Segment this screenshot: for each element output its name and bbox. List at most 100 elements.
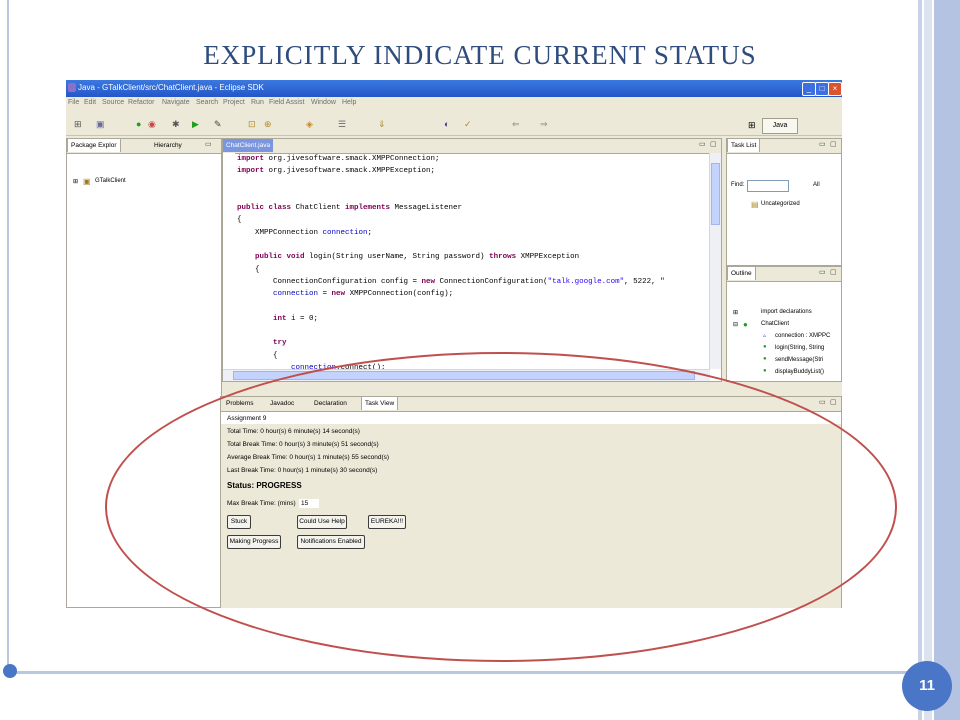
menu-file[interactable]: File [68,99,79,106]
code-line[interactable]: XMPPConnection connection; [237,227,709,239]
code-line[interactable]: public void login(String userName, Strin… [237,251,709,263]
code-token: import [237,155,265,163]
annotation-icon[interactable]: ⇓ [378,119,386,129]
editor-vertical-scrollbar[interactable] [709,153,721,369]
outline-item[interactable]: displayBuddyList() [775,369,824,375]
category-uncategorized[interactable]: Uncategorized [761,201,800,207]
code-token: implements [345,204,391,213]
expand-icon[interactable]: ⊞ [733,309,738,316]
minimize-view-icon[interactable]: ▭ [819,398,826,406]
code-line[interactable]: ConnectionConfiguration config = new Con… [237,276,709,288]
menu-window[interactable]: Window [311,99,336,106]
run-icon[interactable]: ▶ [192,119,199,129]
minimize-view-icon[interactable]: ▭ [699,140,706,148]
code-line[interactable]: public class ChatClient implements Messa… [237,202,709,214]
code-token: "talk.google.com" [547,277,625,286]
class-icon: ● [743,320,748,329]
java-perspective-button[interactable]: Java [762,118,798,134]
tools-icon[interactable]: ✱ [172,119,180,129]
new-package-icon[interactable]: ⊡ [248,119,256,129]
method-icon: ● [763,356,767,362]
tab-outline[interactable]: Outline [727,267,756,280]
code-line[interactable]: connection = new XMPPConnection(config); [237,288,709,300]
code-token: connection [322,228,368,237]
code-token: XMPPConnection [237,228,323,237]
menu-source[interactable]: Source [102,99,124,106]
code-line[interactable]: { [237,264,709,276]
find-input[interactable] [747,180,789,192]
code-token: ConnectionConfiguration config = [237,277,422,286]
slide-side-stripe [934,0,960,720]
tab-package-explorer[interactable]: Package Explor [67,139,121,152]
maximize-view-icon[interactable]: ▢ [830,398,837,406]
minimize-button[interactable]: _ [802,82,816,96]
slide-corner-dot [3,664,17,678]
debug-icon[interactable]: ● [136,119,141,129]
expand-icon[interactable]: ⊞ [73,178,78,185]
open-type-icon[interactable]: ◈ [306,119,313,129]
forward-icon[interactable]: ⇒ [540,119,548,129]
find-label: Find: [731,182,745,188]
tab-task-list[interactable]: Task List [727,139,761,152]
menu-bar: File Edit Source Refactor Navigate Searc… [66,98,842,110]
menu-search[interactable]: Search [196,99,218,106]
code-line[interactable] [237,239,709,251]
back-icon[interactable]: ⇐ [512,119,520,129]
save-icon[interactable]: ▣ [96,119,105,129]
minimize-view-icon[interactable]: ▭ [205,140,212,148]
maximize-button[interactable]: □ [815,82,829,96]
slide-title: EXPLICITLY INDICATE CURRENT STATUS [203,40,757,70]
code-token: new [331,290,346,299]
outline-item[interactable]: connection : XMPPC [775,333,830,339]
code-line[interactable]: int i = 0; [237,313,709,325]
menu-edit[interactable]: Edit [84,99,96,106]
menu-field-assist[interactable]: Field Assist [269,99,304,106]
stop-icon[interactable]: ◉ [148,119,156,129]
minimize-view-icon[interactable]: ▭ [819,268,826,276]
outline-item[interactable]: ChatClient [761,321,789,327]
maximize-view-icon[interactable]: ▢ [830,140,837,148]
maximize-view-icon[interactable]: ▢ [830,268,837,276]
code-area[interactable]: import org.jivesoftware.smack.XMPPConnec… [237,153,709,369]
open-perspective-icon[interactable]: ⊞ [748,120,756,131]
slide-left-rule [7,0,9,672]
project-item[interactable]: GTalkClient [95,178,126,184]
new-class-icon[interactable]: ⊕ [264,119,272,129]
menu-refactor[interactable]: Refactor [128,99,154,106]
package-explorer-tabs: Package Explor Hierarchy ▭ [67,139,221,154]
minimize-view-icon[interactable]: ▭ [819,140,826,148]
editor-tabs: ChatClient.java ▭ ▢ [223,139,721,154]
outline-item[interactable]: import declarations [761,309,812,315]
code-line[interactable] [237,190,709,202]
outline-view: Outline ▭ ▢ ⊞ import declarations ⊟ ● Ch… [726,266,842,382]
code-line[interactable]: try [237,337,709,349]
outline-item[interactable]: login(String, String [775,345,824,351]
menu-help[interactable]: Help [342,99,356,106]
code-token: , 5222, " [624,277,665,286]
code-line[interactable]: { [237,214,709,226]
close-button[interactable]: × [828,82,842,96]
tab-hierarchy[interactable]: Hierarchy [151,139,185,152]
toggle-mark-icon[interactable]: ☰ [338,119,346,129]
code-line[interactable] [237,325,709,337]
outline-item[interactable]: sendMessage(Stri [775,357,823,363]
code-line[interactable]: import org.jivesoftware.smack.XMPPExcept… [237,165,709,177]
menu-run[interactable]: Run [251,99,264,106]
history-icon[interactable]: ◐ [444,119,449,129]
search-icon[interactable]: ✎ [214,119,222,129]
next-annotation-icon[interactable]: ✓ [464,119,472,129]
maximize-view-icon[interactable]: ▢ [710,140,717,148]
menu-project[interactable]: Project [223,99,245,106]
slide-side-stripe [924,0,932,720]
code-line[interactable] [237,178,709,190]
tab-chatclient-java[interactable]: ChatClient.java [223,139,274,152]
window-title: Java - GTalkClient/src/ChatClient.java -… [78,83,264,92]
collapse-icon[interactable]: ⊟ [733,321,738,328]
code-line[interactable]: import org.jivesoftware.smack.XMPPConnec… [237,153,709,165]
menu-navigate[interactable]: Navigate [162,99,190,106]
scrollbar-thumb[interactable] [711,163,720,225]
new-icon[interactable]: ⊞ [74,119,82,129]
all-filter-link[interactable]: All [813,182,820,188]
code-line[interactable] [237,301,709,313]
eclipse-app-icon [68,83,76,92]
